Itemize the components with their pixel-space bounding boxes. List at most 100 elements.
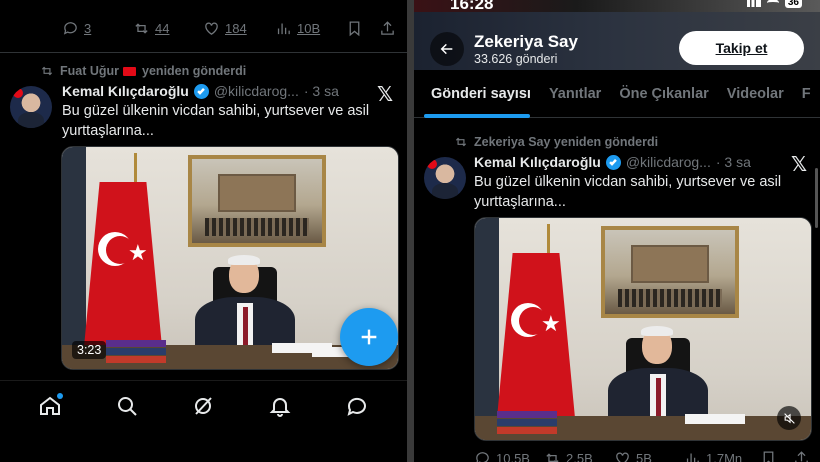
compose-button[interactable]	[340, 308, 398, 366]
wall-painting	[601, 226, 739, 318]
avatar[interactable]	[10, 86, 52, 128]
repost-count: 2,5B	[566, 450, 593, 462]
reply-count: 3	[84, 20, 92, 36]
video-duration: 3:23	[72, 341, 107, 359]
tab-replies[interactable]: Yanıtlar	[540, 70, 610, 118]
tweet-header: Kemal Kılıçdaroğlu @kilicdarog... · 3 sa	[474, 154, 751, 170]
views-count: 1,7Mn	[706, 450, 743, 462]
repost-button[interactable]: 44	[133, 20, 169, 37]
profile-name: Zekeriya Say	[474, 32, 578, 51]
verified-badge-icon	[605, 154, 621, 170]
author-handle[interactable]: @kilicdarog...	[214, 83, 299, 99]
bookshelf	[62, 147, 86, 369]
right-screen: 16:28 36 Zekeriya Say 33.626 gönderi Tak…	[414, 0, 820, 462]
views-icon	[277, 23, 290, 34]
bookmark-icon	[763, 450, 774, 462]
status-bar: 16:28 36	[414, 0, 820, 13]
messages-icon	[347, 397, 366, 416]
repost-indicator[interactable]: Fuat Uğur yeniden gönderdi	[40, 64, 246, 78]
share-icon	[795, 450, 808, 462]
tab-videos[interactable]: Videolar	[718, 70, 793, 118]
status-icons: 36	[746, 0, 802, 8]
tab-more[interactable]: F	[793, 70, 820, 118]
profile-header: Zekeriya Say 33.626 gönderi Takip et	[414, 12, 820, 70]
speaker	[195, 255, 295, 353]
repost-icon	[546, 452, 559, 462]
share-button[interactable]	[379, 20, 396, 37]
plus-icon	[361, 329, 377, 345]
bookmark-button[interactable]	[760, 450, 777, 462]
heart-icon	[616, 452, 629, 462]
author-handle[interactable]: @kilicdarog...	[626, 154, 711, 170]
tab-highlights[interactable]: Öne Çıkanlar	[610, 70, 717, 118]
share-button[interactable]	[793, 450, 810, 462]
repost-count: 44	[155, 20, 170, 36]
like-button[interactable]: 5B	[614, 450, 652, 462]
battery-level: 36	[784, 0, 802, 8]
repost-icon	[135, 22, 148, 34]
views-icon	[686, 453, 699, 462]
nav-search[interactable]	[114, 393, 140, 419]
reply-icon	[476, 451, 489, 462]
profile-tabs: Gönderi sayısı Yanıtlar Öne Çıkanlar Vid…	[414, 70, 820, 118]
tweet-video[interactable]: ★	[474, 217, 812, 441]
wifi-icon	[766, 0, 779, 7]
avatar[interactable]	[424, 157, 466, 199]
tweet-time[interactable]: · 3 sa	[716, 154, 751, 170]
tweet-time[interactable]: · 3 sa	[304, 83, 339, 99]
search-icon	[117, 396, 137, 416]
previous-tweet-actions: 3 44 184 10B	[0, 14, 407, 42]
verified-badge-icon	[193, 83, 209, 99]
follow-button[interactable]: Takip et	[679, 31, 804, 65]
mute-button[interactable]	[777, 406, 801, 430]
reply-icon	[63, 21, 77, 35]
books	[497, 410, 557, 434]
author-name[interactable]: Kemal Kılıçdaroğlu	[62, 83, 189, 99]
author-name[interactable]: Kemal Kılıçdaroğlu	[474, 154, 601, 170]
wall-painting	[188, 155, 326, 247]
left-screen: 3 44 184 10B Fuat Uğur yeniden gönderdi …	[0, 0, 407, 462]
reply-count: 10,5B	[496, 450, 530, 462]
repost-suffix: yeniden gönderdi	[142, 64, 247, 78]
reply-button[interactable]: 3	[62, 20, 91, 37]
nav-notifications[interactable]	[267, 393, 293, 419]
tweet-header: Kemal Kılıçdaroğlu @kilicdarog... · 3 sa	[62, 83, 339, 99]
nav-home[interactable]	[37, 392, 64, 419]
like-count: 184	[225, 20, 247, 36]
repost-indicator[interactable]: Zekeriya Say yeniden gönderdi	[454, 135, 658, 149]
heart-icon	[205, 22, 218, 35]
share-icon	[381, 20, 394, 35]
tweet-text: Bu güzel ülkenin vicdan sahibi, yurtseve…	[62, 103, 370, 139]
turkey-flag-icon	[123, 66, 137, 76]
notifications-icon	[269, 397, 291, 417]
speaker	[608, 326, 708, 424]
repost-icon	[41, 66, 53, 76]
views-button[interactable]: 10B	[275, 20, 320, 37]
tab-posts[interactable]: Gönderi sayısı	[414, 70, 540, 118]
repost-button[interactable]: 2,5B	[544, 450, 593, 462]
reposter-name: Fuat Uğur	[60, 64, 120, 78]
reply-button[interactable]: 10,5B	[474, 450, 530, 462]
repost-icon	[455, 137, 467, 147]
scrollbar[interactable]	[815, 168, 818, 228]
profile-post-count: 33.626 gönderi	[474, 52, 558, 66]
books	[106, 339, 166, 363]
signal-icon	[746, 0, 761, 7]
views-button[interactable]: 1,7Mn	[684, 450, 742, 462]
nav-messages[interactable]	[344, 393, 370, 419]
back-button[interactable]	[430, 32, 464, 66]
bookmark-button[interactable]	[346, 20, 363, 37]
nav-grok[interactable]	[190, 393, 216, 419]
arrow-left-icon	[440, 43, 453, 55]
bookmark-icon	[349, 20, 360, 36]
tweet-text: Bu güzel ülkenin vicdan sahibi, yurtseve…	[474, 174, 782, 210]
divider	[0, 52, 407, 53]
like-button[interactable]: 184	[203, 20, 247, 37]
notification-dot	[57, 392, 64, 399]
bookshelf	[475, 218, 499, 440]
papers	[685, 414, 745, 424]
bottom-navigation	[0, 380, 407, 430]
like-count: 5B	[636, 450, 652, 462]
grok-icon	[195, 396, 213, 415]
views-count: 10B	[297, 20, 321, 36]
